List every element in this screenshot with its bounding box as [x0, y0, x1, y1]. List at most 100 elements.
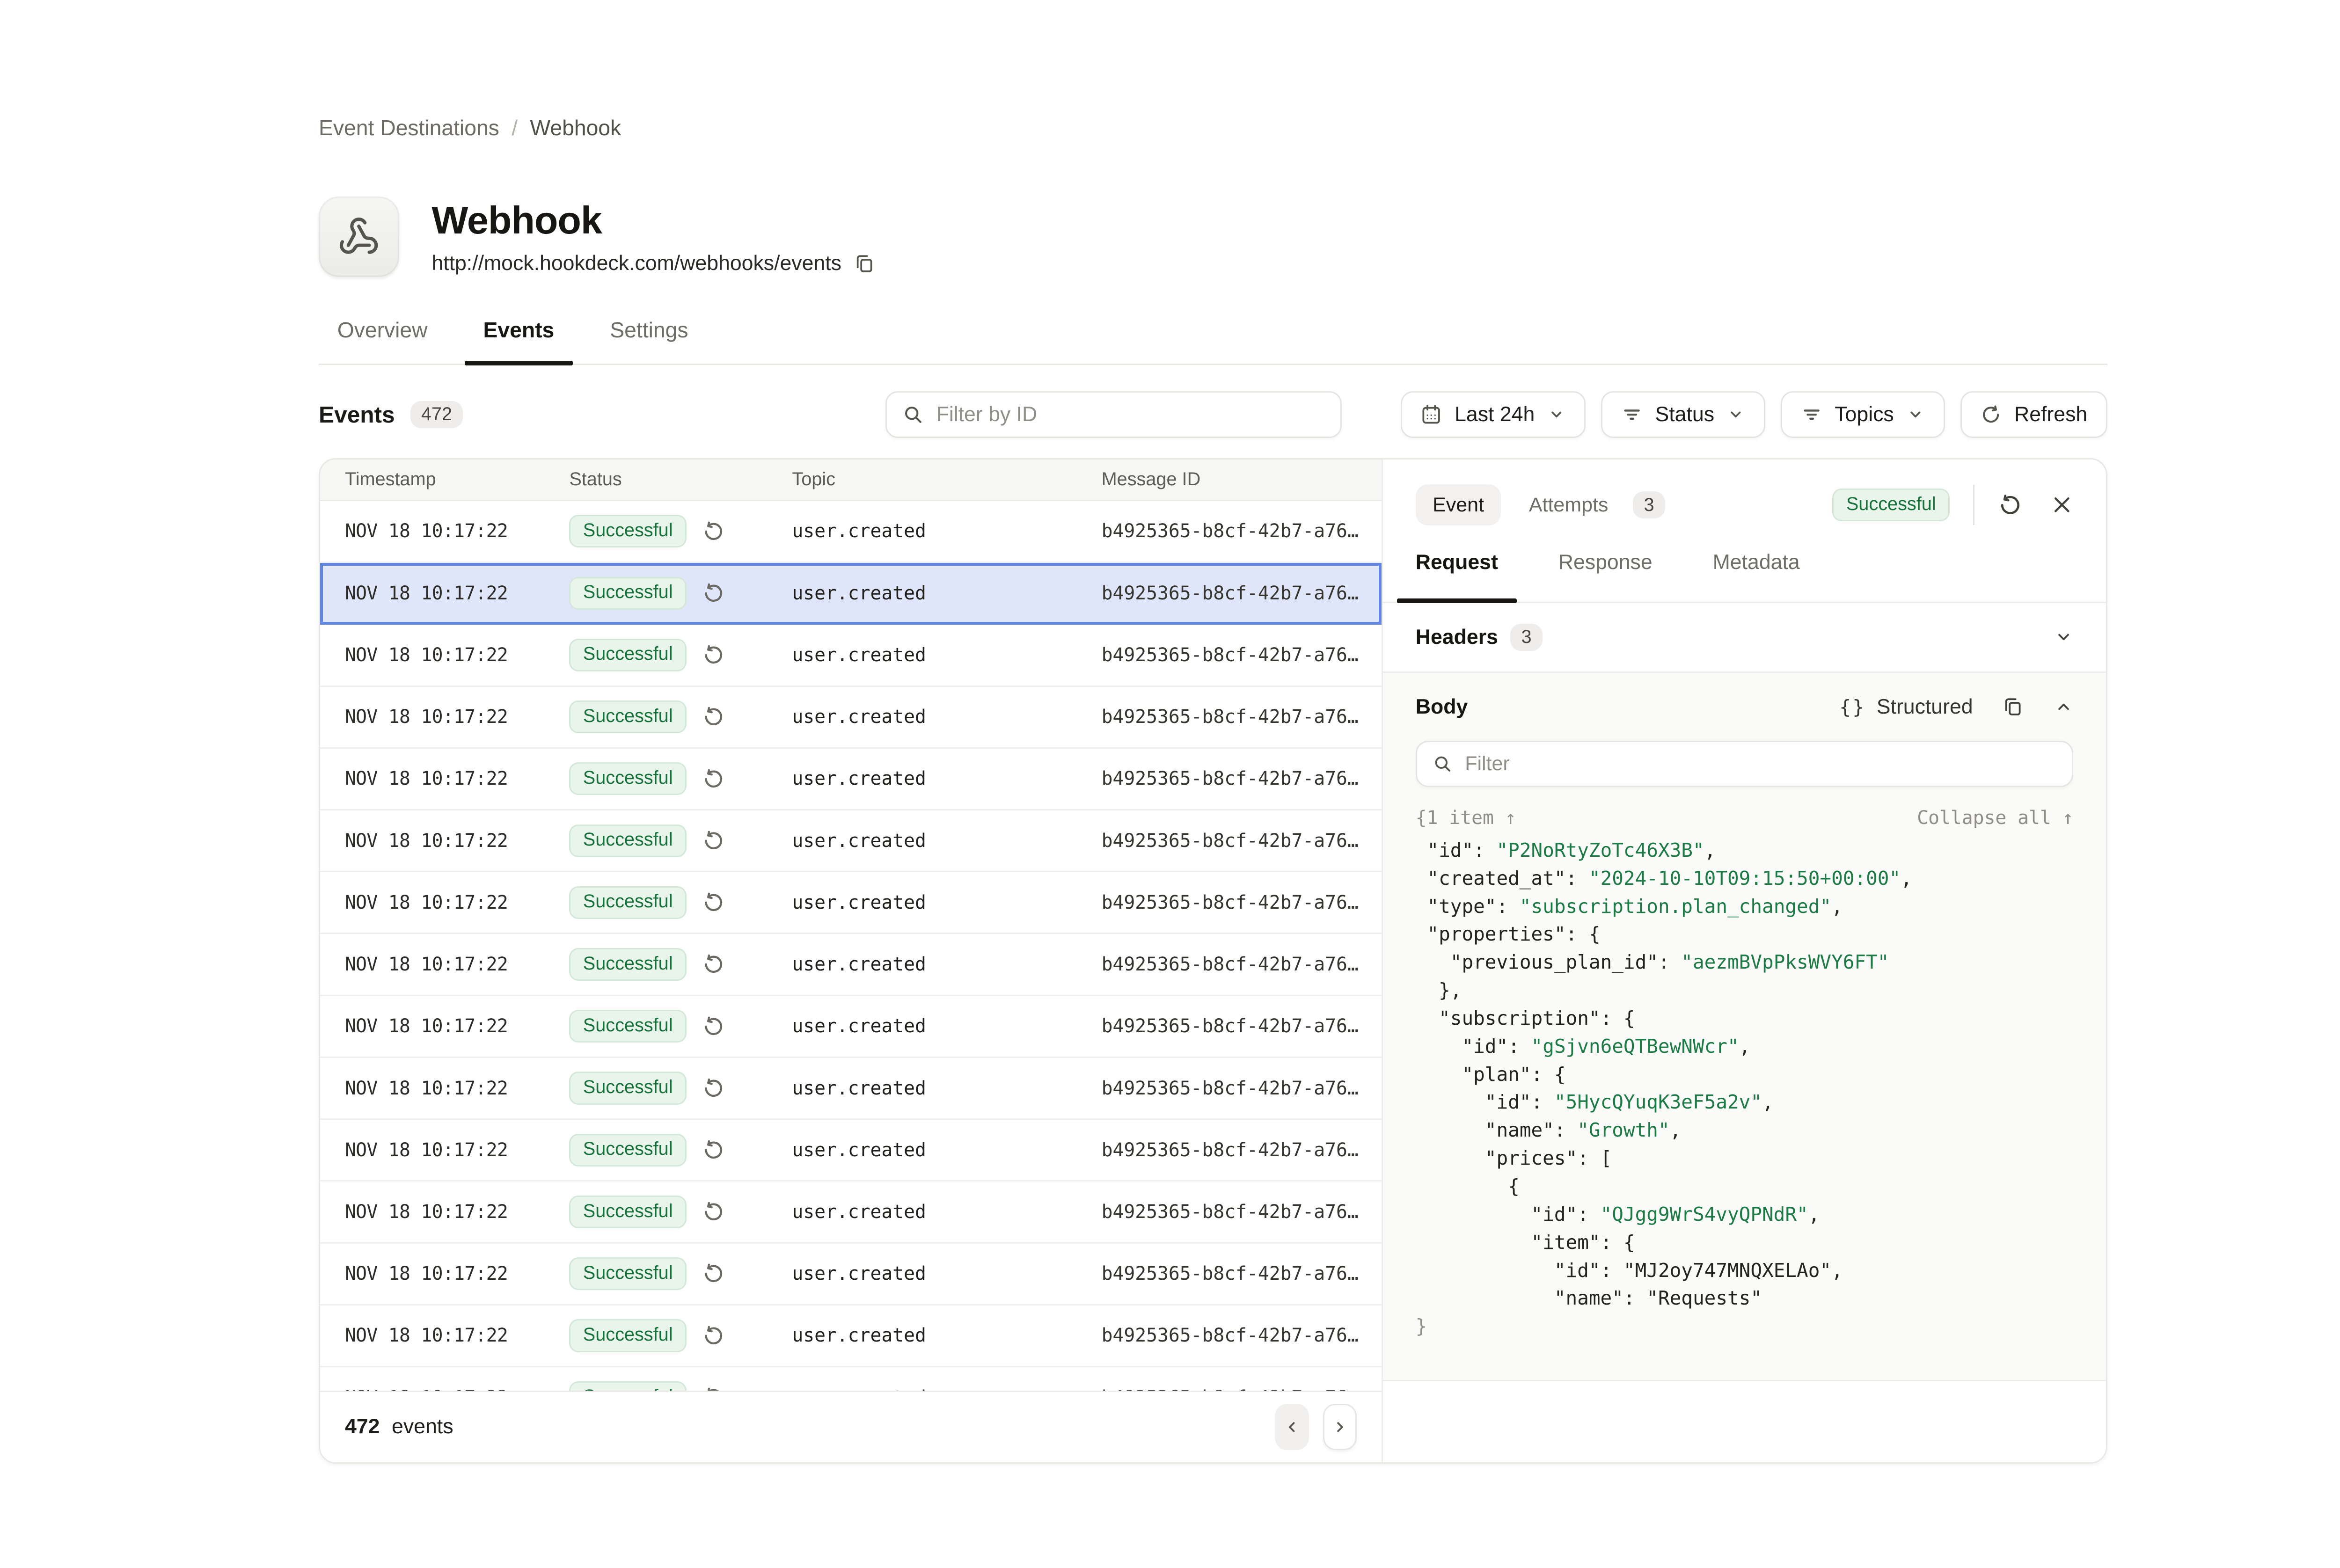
retry-icon[interactable]: [702, 705, 725, 729]
copy-body-icon[interactable]: [2002, 696, 2024, 717]
tab-overview[interactable]: Overview: [319, 317, 446, 364]
events-card: Timestamp Status Topic Message ID NOV 18…: [319, 458, 2107, 1464]
table-row[interactable]: NOV 18 10:17:22Successful user.createdb4…: [320, 810, 1382, 872]
collapse-all-button[interactable]: Collapse all ↑: [1917, 807, 2073, 829]
chevron-down-icon: [1726, 405, 1745, 424]
row-message-id: b4925365-b8cf-42b7-a76…: [1102, 830, 1382, 852]
row-status-cell: Successful: [569, 639, 792, 671]
status-badge: Successful: [569, 824, 687, 857]
json-key: "type": [1427, 895, 1496, 918]
retry-icon[interactable]: [702, 582, 725, 605]
json-line: "name": "Growth",: [1416, 1116, 2074, 1145]
retry-icon[interactable]: [702, 1386, 725, 1391]
breadcrumb-parent-link[interactable]: Event Destinations: [319, 115, 499, 140]
row-message-id: b4925365-b8cf-42b7-a76…: [1102, 520, 1382, 542]
headers-section[interactable]: Headers 3: [1383, 603, 2106, 673]
panel-close-icon[interactable]: [2050, 493, 2074, 517]
retry-icon[interactable]: [702, 1138, 725, 1162]
topics-filter-button[interactable]: Topics: [1781, 391, 1945, 438]
json-line: "created_at": "2024-10-10T09:15:50+00:00…: [1416, 865, 2074, 893]
chevron-left-icon: [1283, 1418, 1302, 1437]
search-field: [885, 391, 1342, 438]
tab-response[interactable]: Response: [1540, 551, 1671, 602]
retry-icon[interactable]: [702, 643, 725, 667]
retry-icon[interactable]: [702, 1262, 725, 1285]
tab-settings[interactable]: Settings: [592, 317, 707, 364]
retry-icon[interactable]: [702, 1200, 725, 1224]
row-topic: user.created: [792, 583, 1101, 604]
body-filter-input[interactable]: [1465, 752, 2056, 775]
retry-icon[interactable]: [702, 953, 725, 976]
status-badge: Successful: [569, 1196, 687, 1228]
date-range-filter-button[interactable]: Last 24h: [1401, 391, 1586, 438]
tab-event[interactable]: Event: [1416, 484, 1501, 526]
row-timestamp: NOV 18 10:17:22: [320, 1387, 569, 1391]
row-status-cell: Successful: [569, 886, 792, 919]
table-row[interactable]: NOV 18 10:17:22Successful user.createdb4…: [320, 749, 1382, 810]
table-row[interactable]: NOV 18 10:17:22Successful user.createdb4…: [320, 1120, 1382, 1181]
webhook-url: http://mock.hookdeck.com/webhooks/events: [431, 252, 841, 275]
row-timestamp: NOV 18 10:17:22: [320, 706, 569, 728]
table-row[interactable]: NOV 18 10:17:22Successful user.createdb4…: [320, 1181, 1382, 1243]
table-row[interactable]: NOV 18 10:17:22Successful user.createdb4…: [320, 501, 1382, 563]
table-row[interactable]: NOV 18 10:17:22Successful user.createdb4…: [320, 1367, 1382, 1391]
prev-page-button[interactable]: [1275, 1404, 1309, 1450]
search-icon: [902, 404, 924, 425]
row-status-cell: Successful: [569, 1072, 792, 1104]
tab-events[interactable]: Events: [465, 317, 573, 364]
table-row[interactable]: NOV 18 10:17:22Successful user.createdb4…: [320, 1305, 1382, 1367]
tab-request[interactable]: Request: [1397, 551, 1516, 602]
json-line: "id": "MJ2oy747MNQXELAo",: [1416, 1257, 2074, 1285]
search-input[interactable]: [936, 403, 1325, 426]
table-row[interactable]: NOV 18 10:17:22Successful user.createdb4…: [320, 563, 1382, 625]
retry-icon[interactable]: [702, 1077, 725, 1100]
row-topic: user.created: [792, 520, 1101, 542]
events-table-body: NOV 18 10:17:22Successful user.createdb4…: [320, 501, 1382, 1391]
row-status-cell: Successful: [569, 1196, 792, 1228]
structured-view-toggle[interactable]: {} Structured: [1839, 695, 1973, 719]
json-value: "P2NoRtyZoTc46X3B": [1497, 839, 1704, 861]
retry-icon[interactable]: [702, 1015, 725, 1038]
headers-label: Headers: [1416, 626, 1498, 649]
json-punctuation: ,: [1739, 1035, 1751, 1057]
table-row[interactable]: NOV 18 10:17:22Successful user.createdb4…: [320, 872, 1382, 934]
next-page-button[interactable]: [1323, 1404, 1357, 1450]
headers-chevron-down-icon[interactable]: [2054, 627, 2074, 647]
retry-icon[interactable]: [702, 891, 725, 914]
refresh-button[interactable]: Refresh: [1960, 391, 2107, 438]
panel-retry-icon[interactable]: [1998, 493, 2023, 518]
table-row[interactable]: NOV 18 10:17:22Successful user.createdb4…: [320, 1058, 1382, 1120]
tab-metadata[interactable]: Metadata: [1694, 551, 1818, 602]
status-filter-label: Status: [1655, 403, 1715, 426]
table-row[interactable]: NOV 18 10:17:22Successful user.createdb4…: [320, 1244, 1382, 1305]
webhook-icon: [338, 216, 380, 257]
retry-icon[interactable]: [702, 767, 725, 791]
row-topic: user.created: [792, 1015, 1101, 1037]
filter-lines-icon: [1621, 404, 1643, 425]
json-punctuation: :: [1658, 951, 1681, 973]
table-row[interactable]: NOV 18 10:17:22Successful user.createdb4…: [320, 934, 1382, 996]
collapse-body-chevron-up-icon[interactable]: [2054, 697, 2074, 717]
tab-attempts[interactable]: Attempts 3: [1529, 491, 1665, 518]
status-filter-button[interactable]: Status: [1601, 391, 1765, 438]
copy-url-icon[interactable]: [854, 253, 875, 274]
panel-status-badge: Successful: [1832, 489, 1950, 521]
events-count-text: 472 events: [345, 1415, 453, 1438]
chevron-down-icon: [1906, 405, 1925, 424]
events-heading: Events: [319, 401, 395, 428]
table-row[interactable]: NOV 18 10:17:22Successful user.createdb4…: [320, 996, 1382, 1058]
breadcrumb: Event Destinations / Webhook: [319, 115, 2107, 141]
json-value: "QJgg9WrS4vyQPNdR": [1601, 1203, 1808, 1225]
json-key: "id": [1427, 839, 1473, 861]
retry-icon[interactable]: [702, 1324, 725, 1348]
row-topic: user.created: [792, 1263, 1101, 1284]
search-icon: [1433, 754, 1453, 774]
row-status-cell: Successful: [569, 1134, 792, 1167]
body-label: Body: [1416, 695, 1468, 719]
retry-icon[interactable]: [702, 520, 725, 543]
retry-icon[interactable]: [702, 829, 725, 853]
braces-icon: {}: [1839, 696, 1865, 718]
table-row[interactable]: NOV 18 10:17:22Successful user.createdb4…: [320, 687, 1382, 749]
row-timestamp: NOV 18 10:17:22: [320, 892, 569, 913]
table-row[interactable]: NOV 18 10:17:22Successful user.createdb4…: [320, 625, 1382, 686]
